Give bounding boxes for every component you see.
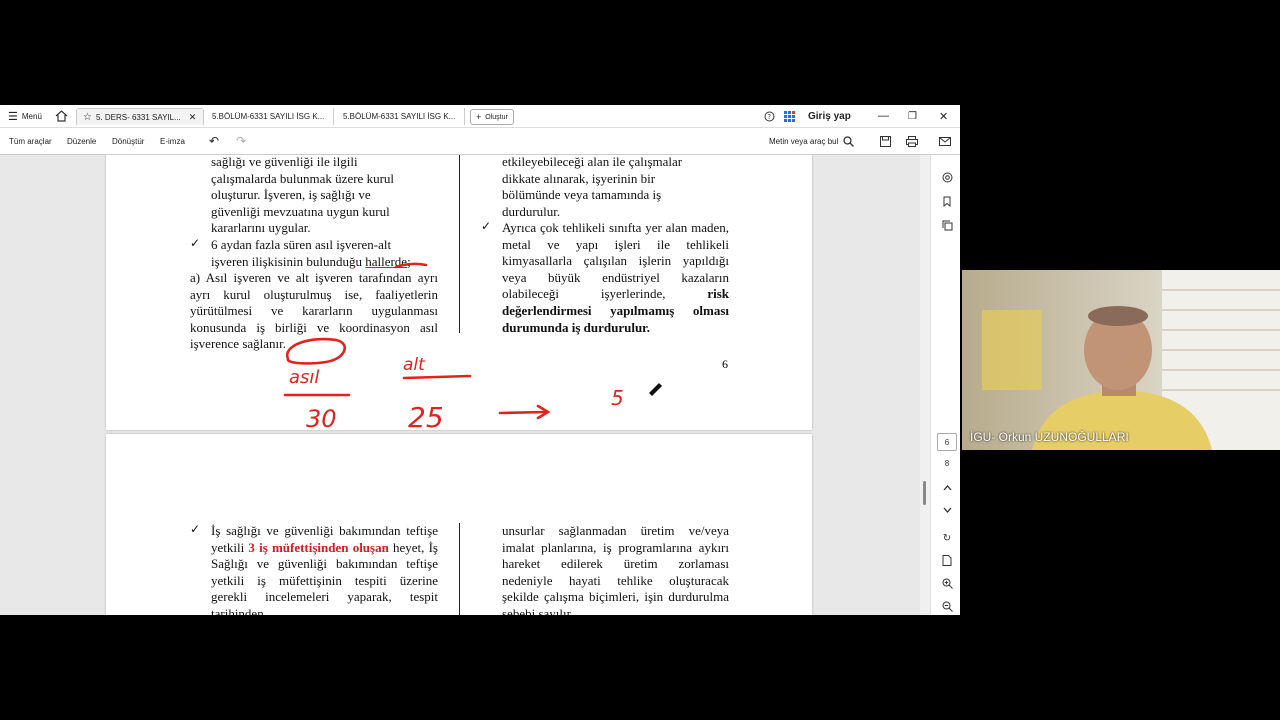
- webcam-image: [962, 270, 1280, 450]
- find-label: Metin veya araç bul: [769, 136, 839, 146]
- pdf-page-7: ✓ İş sağlığı ve güvenliği bakımından tef…: [106, 434, 812, 615]
- page2-left-bullet: İş sağlığı ve güvenliği bakımından tefti…: [211, 523, 438, 615]
- zoom-in-icon[interactable]: [940, 576, 954, 590]
- search-icon: [843, 135, 855, 147]
- undo-icon[interactable]: ↶: [209, 128, 219, 154]
- chevron-up-icon[interactable]: [940, 481, 954, 495]
- ink-number-30: 30: [306, 405, 337, 430]
- total-pages: 8: [944, 458, 950, 468]
- participant-name: İGU- Orkun UZUNOĞULLARI: [970, 430, 1129, 444]
- menu-button[interactable]: ☰ Menü: [8, 105, 42, 127]
- ink-circle: [285, 337, 346, 365]
- document-viewer[interactable]: sağlığı ve güvenliği ile ilgili çalışmal…: [0, 155, 930, 615]
- ink-arrow-shaft: [498, 410, 548, 415]
- hamburger-icon: ☰: [8, 110, 18, 123]
- home-icon[interactable]: [55, 105, 68, 127]
- save-page-icon[interactable]: [940, 553, 954, 567]
- close-icon[interactable]: ✕: [189, 112, 197, 123]
- tab-label: 5. DERS- 6331 SAYIL...: [95, 112, 181, 122]
- page2-right-text: unsurlar sağlanmadan üretim ve/veya imal…: [502, 523, 729, 615]
- ink-number-5: 5: [611, 386, 624, 410]
- zoom-out-icon[interactable]: [940, 599, 954, 613]
- comment-icon[interactable]: [940, 170, 954, 184]
- print-icon[interactable]: [906, 128, 918, 154]
- plus-icon: +: [476, 112, 482, 122]
- find-tool-button[interactable]: Metin veya araç bul: [769, 128, 855, 154]
- tab-label: 5.BÖLÜM-6331 SAYILI İSG K...: [343, 112, 456, 121]
- pdf-page-6: sağlığı ve güvenliği ile ilgili çalışmal…: [106, 155, 812, 430]
- toolbar-esign[interactable]: E-imza: [160, 128, 185, 154]
- minimize-icon[interactable]: —: [878, 105, 889, 127]
- toolbar-convert[interactable]: Dönüştür: [112, 128, 144, 154]
- tab-2[interactable]: 5.BÖLÜM-6331 SAYILI İSG K...: [206, 108, 334, 125]
- ink-word-alt: alt: [403, 355, 426, 375]
- pdf-viewer-window: ☰ Menü ☆ 5. DERS- 6331 SAYIL... ✕ 5.BÖLÜ…: [0, 105, 960, 615]
- webcam-feed: İGU- Orkun UZUNOĞULLARI: [962, 270, 1280, 450]
- vertical-scrollbar[interactable]: [920, 155, 930, 615]
- column-divider: [459, 523, 460, 615]
- ink-annotations: asıl alt 30 25 5: [283, 262, 662, 430]
- toolbar-edit[interactable]: Düzenle: [67, 128, 96, 154]
- ink-number-25: 25: [408, 401, 444, 430]
- pen-cursor-icon: [649, 383, 662, 396]
- menu-label: Menü: [21, 111, 42, 121]
- right-tool-rail: 6 8 ↻: [930, 155, 960, 615]
- scrollbar-thumb[interactable]: [923, 481, 926, 505]
- tab-label: 5.BÖLÜM-6331 SAYILI İSG K...: [212, 112, 325, 121]
- ink-underline: [394, 262, 428, 269]
- tab-3[interactable]: 5.BÖLÜM-6331 SAYILI İSG K...: [337, 108, 465, 125]
- ink-word-asil: asıl: [289, 367, 319, 388]
- star-icon[interactable]: ☆: [83, 112, 92, 123]
- svg-text:?: ?: [767, 113, 771, 121]
- close-window-icon[interactable]: ✕: [939, 105, 948, 127]
- restore-icon[interactable]: ❐: [908, 105, 917, 127]
- checkmark-icon: ✓: [190, 522, 201, 536]
- chevron-down-icon[interactable]: [940, 503, 954, 517]
- login-button[interactable]: Giriş yap: [808, 105, 851, 127]
- new-tab-button[interactable]: + Oluştur: [470, 109, 514, 125]
- current-page-box[interactable]: 6: [937, 433, 957, 451]
- copy-pages-icon[interactable]: [940, 218, 954, 232]
- tab-active[interactable]: ☆ 5. DERS- 6331 SAYIL... ✕: [76, 108, 204, 125]
- tab-bar: ☰ Menü ☆ 5. DERS- 6331 SAYIL... ✕ 5.BÖLÜ…: [0, 105, 960, 128]
- red-bold-text: 3 iş müfettişinden oluşan: [248, 539, 389, 555]
- save-icon[interactable]: [880, 128, 891, 154]
- refresh-icon[interactable]: ↻: [940, 531, 954, 545]
- toolbar: Tüm araçlar Düzenle Dönüştür E-imza ↶ ↷ …: [0, 128, 960, 155]
- apps-grid-icon[interactable]: [784, 105, 795, 127]
- help-icon[interactable]: ?: [764, 105, 775, 127]
- ink-underline-alt: [402, 374, 472, 380]
- new-tab-label: Oluştur: [485, 113, 508, 121]
- email-icon[interactable]: [939, 128, 951, 154]
- bookmark-icon[interactable]: [940, 194, 954, 208]
- toolbar-all-tools[interactable]: Tüm araçlar: [9, 128, 52, 154]
- redo-icon[interactable]: ↷: [236, 128, 246, 154]
